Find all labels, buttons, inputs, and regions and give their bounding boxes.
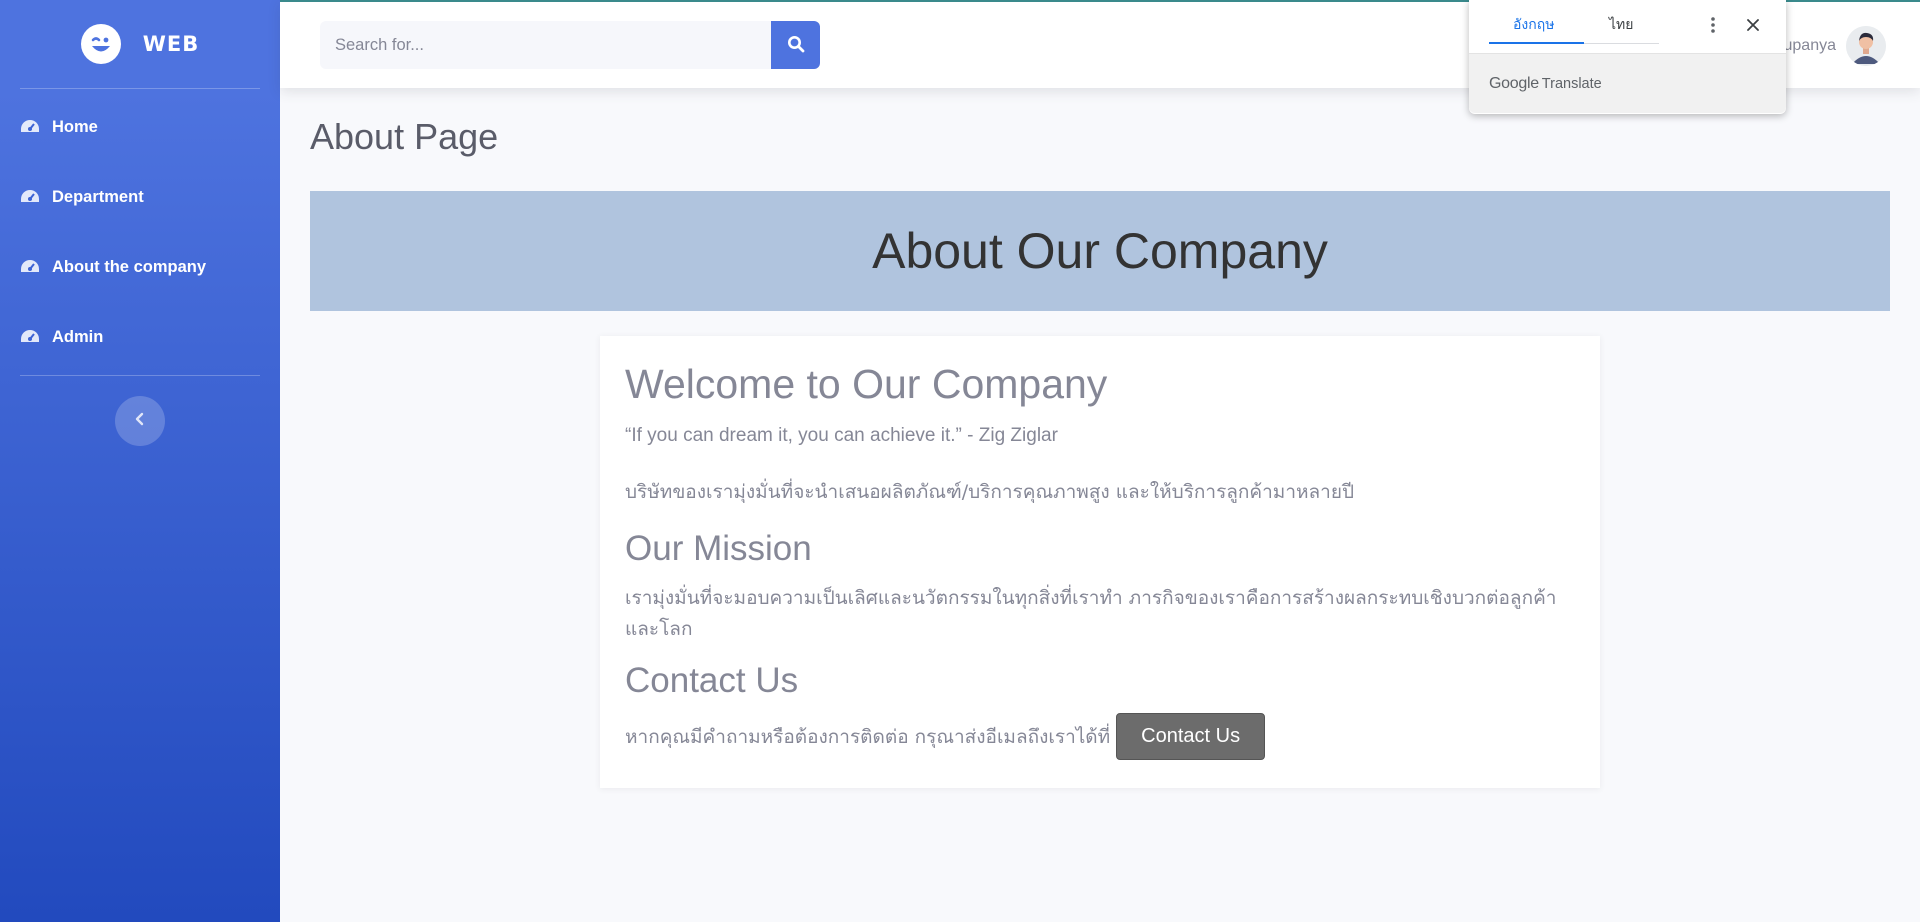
sidebar-item-home[interactable]: Home: [0, 92, 280, 162]
tachometer-icon: [20, 117, 40, 137]
mission-text: เรามุ่งมั่นที่จะมอบความเป็นเลิศและนวัตกร…: [625, 587, 1557, 641]
translate-tab-source[interactable]: อังกฤษ: [1513, 14, 1554, 36]
intro-text: บริษัทของเรามุ่งมั่นที่จะนำเสนอผลิตภัณฑ์…: [625, 481, 1355, 504]
sidebar-item-label: Department: [52, 187, 144, 206]
about-card: Welcome to Our Company “If you can dream…: [600, 336, 1600, 788]
sidebar-item-label: Home: [52, 117, 98, 136]
mission-title: Our Mission: [625, 529, 812, 569]
sidebar-toggle-button[interactable]: [115, 396, 165, 446]
translate-label: Translate: [1541, 75, 1602, 92]
hero-title: About Our Company: [872, 223, 1328, 279]
sidebar-item-department[interactable]: Department: [0, 162, 280, 232]
sidebar-item-about[interactable]: About the company: [0, 232, 280, 302]
page-title: About Page: [310, 116, 499, 157]
user-dropdown[interactable]: Supanya: [1773, 26, 1886, 66]
tachometer-icon: [20, 257, 40, 277]
google-logo: Google: [1489, 74, 1539, 92]
laugh-wink-icon: [80, 24, 121, 64]
search-group: [320, 21, 820, 69]
chevron-left-icon: [134, 412, 146, 431]
translate-tabs: อังกฤษ ไทย: [1469, 0, 1786, 54]
translate-tab-indicator: [1489, 42, 1584, 44]
translate-popup: อังกฤษ ไทย Google Translate: [1469, 0, 1786, 114]
contact-row: หากคุณมีคำถามหรือต้องการติดต่อ กรุณาส่งอ…: [625, 713, 1575, 761]
translate-tab-target[interactable]: ไทย: [1609, 14, 1633, 36]
welcome-title: Welcome to Our Company: [625, 361, 1108, 407]
hero-banner: About Our Company: [310, 191, 1890, 311]
search-input[interactable]: [320, 21, 771, 69]
tachometer-icon: [20, 327, 40, 347]
sidebar-brand[interactable]: WEB: [0, 0, 280, 88]
contact-title: Contact Us: [625, 661, 799, 701]
contact-us-button[interactable]: Contact Us: [1116, 713, 1266, 761]
search-icon: [787, 35, 805, 56]
sidebar-divider: [20, 375, 260, 376]
quote-text: “If you can dream it, you can achieve it…: [625, 425, 1058, 447]
sidebar: WEB Home Department About the company Ad…: [0, 0, 280, 922]
sidebar-item-label: About the company: [52, 257, 207, 276]
contact-text: หากคุณมีคำถามหรือต้องการติดต่อ กรุณาส่งอ…: [625, 725, 1111, 748]
more-vert-icon[interactable]: [1703, 14, 1723, 36]
search-button[interactable]: [771, 21, 820, 69]
translate-footer: Google Translate: [1469, 54, 1786, 113]
tachometer-icon: [20, 187, 40, 207]
sidebar-item-label: Admin: [52, 327, 104, 346]
translate-tab-divider: [1584, 43, 1659, 44]
sidebar-item-admin[interactable]: Admin: [0, 302, 280, 372]
close-icon[interactable]: [1743, 14, 1763, 36]
avatar: [1846, 26, 1886, 66]
brand-name: WEB: [142, 32, 200, 56]
